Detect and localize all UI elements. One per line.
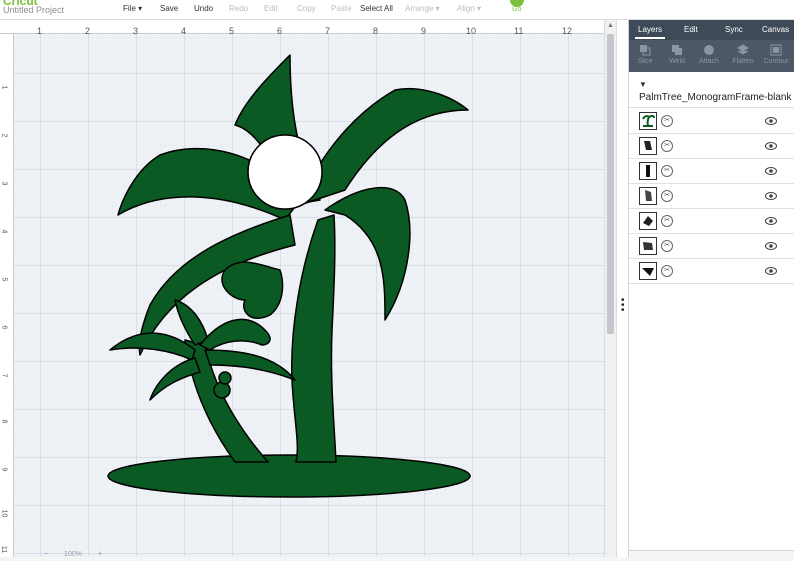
contour-label: Contour bbox=[763, 58, 789, 65]
scissors-icon[interactable]: ✂ bbox=[661, 165, 673, 177]
layer-thumbnail bbox=[639, 137, 657, 155]
eye-icon[interactable] bbox=[765, 216, 777, 226]
slice-button[interactable]: Slice bbox=[630, 44, 660, 65]
layer-row[interactable]: ✂ bbox=[629, 184, 794, 209]
layer-group-name: PalmTree_MonogramFrame-blank bbox=[639, 92, 792, 103]
scissors-icon[interactable]: ✂ bbox=[661, 240, 673, 252]
scissors-icon[interactable]: ✂ bbox=[661, 190, 673, 202]
layer-thumbnail bbox=[639, 237, 657, 255]
eye-icon[interactable] bbox=[765, 241, 777, 251]
eye-icon[interactable] bbox=[765, 191, 777, 201]
zoom-control[interactable]: − 100% + bbox=[44, 551, 134, 561]
paste-button[interactable]: Paste bbox=[331, 4, 351, 13]
scroll-thumb[interactable] bbox=[607, 34, 614, 334]
layer-row[interactable]: ✂ bbox=[629, 234, 794, 259]
panel-tabs: Layers Edit Sync Canvas bbox=[629, 20, 794, 40]
panel-resize-handle-icon[interactable]: • • • bbox=[621, 296, 625, 316]
select-all-button[interactable]: Select All bbox=[360, 4, 393, 13]
tab-edit[interactable]: Edit bbox=[684, 25, 698, 34]
flatten-icon bbox=[737, 44, 749, 55]
slice-icon bbox=[640, 45, 651, 56]
tab-sync[interactable]: Sync bbox=[725, 25, 743, 34]
layer-thumbnail bbox=[639, 212, 657, 230]
layer-thumbnail bbox=[639, 262, 657, 280]
panel-bottom-toolbar bbox=[629, 550, 794, 557]
layer-thumbnail bbox=[639, 162, 657, 180]
weld-button[interactable]: Weld bbox=[662, 44, 692, 65]
palm-tree-design[interactable] bbox=[0, 20, 604, 557]
scissors-icon[interactable]: ✂ bbox=[661, 115, 673, 127]
top-bar: Cricut Untitled Project File ▾ Save Undo… bbox=[0, 0, 794, 20]
collapse-caret-icon[interactable]: ▼ bbox=[639, 80, 647, 89]
vertical-scrollbar[interactable]: ▲ bbox=[604, 20, 616, 557]
copy-button[interactable]: Copy bbox=[297, 4, 316, 13]
active-tab-indicator bbox=[635, 37, 665, 39]
attach-label: Attach bbox=[699, 58, 719, 65]
undo-button[interactable]: Undo bbox=[194, 4, 213, 13]
layer-row[interactable]: ✂ bbox=[629, 209, 794, 234]
project-name[interactable]: Untitled Project bbox=[3, 5, 64, 15]
eye-icon[interactable] bbox=[765, 141, 777, 151]
contour-button[interactable]: Contour bbox=[761, 44, 791, 65]
layer-group-header[interactable]: ▼ PalmTree_MonogramFrame-blank bbox=[629, 78, 794, 108]
slice-label: Slice bbox=[637, 58, 653, 65]
attach-icon bbox=[704, 45, 714, 55]
scroll-up-icon[interactable]: ▲ bbox=[607, 22, 614, 29]
layers-panel: Layers Edit Sync Canvas Slice Weld Attac… bbox=[628, 20, 794, 557]
scissors-icon[interactable]: ✂ bbox=[661, 140, 673, 152]
layer-thumbnail bbox=[639, 187, 657, 205]
layer-tools: Slice Weld Attach Flatten Contour bbox=[629, 40, 794, 72]
tab-canvas[interactable]: Canvas bbox=[762, 25, 789, 34]
save-button[interactable]: Save bbox=[160, 4, 178, 13]
scissors-icon[interactable]: ✂ bbox=[661, 215, 673, 227]
layer-row[interactable]: ✂ bbox=[629, 159, 794, 184]
redo-button[interactable]: Redo bbox=[229, 4, 248, 13]
file-menu[interactable]: File ▾ bbox=[123, 4, 142, 13]
weld-label: Weld bbox=[669, 58, 685, 65]
layer-thumbnail bbox=[639, 112, 657, 130]
panel-divider[interactable]: • • • bbox=[616, 20, 628, 557]
arrange-menu[interactable]: Arrange ▾ bbox=[405, 4, 440, 13]
go-label: Go bbox=[512, 6, 522, 13]
align-menu[interactable]: Align ▾ bbox=[457, 4, 481, 13]
scissors-icon[interactable]: ✂ bbox=[661, 265, 673, 277]
layer-row[interactable]: ✂ bbox=[629, 109, 794, 134]
attach-button[interactable]: Attach bbox=[694, 44, 724, 65]
tab-layers[interactable]: Layers bbox=[638, 25, 662, 34]
edit-button[interactable]: Edit bbox=[264, 4, 278, 13]
eye-icon[interactable] bbox=[765, 116, 777, 126]
design-canvas[interactable]: 1 2 3 4 5 6 7 8 9 10 11 12 1 2 3 4 5 6 7… bbox=[0, 20, 604, 557]
flatten-button[interactable]: Flatten bbox=[728, 44, 758, 65]
flatten-label: Flatten bbox=[732, 58, 754, 65]
layer-row[interactable]: ✂ bbox=[629, 134, 794, 159]
weld-icon bbox=[672, 45, 682, 55]
contour-icon bbox=[770, 44, 782, 56]
eye-icon[interactable] bbox=[765, 266, 777, 276]
layer-row[interactable]: ✂ bbox=[629, 259, 794, 284]
eye-icon[interactable] bbox=[765, 166, 777, 176]
